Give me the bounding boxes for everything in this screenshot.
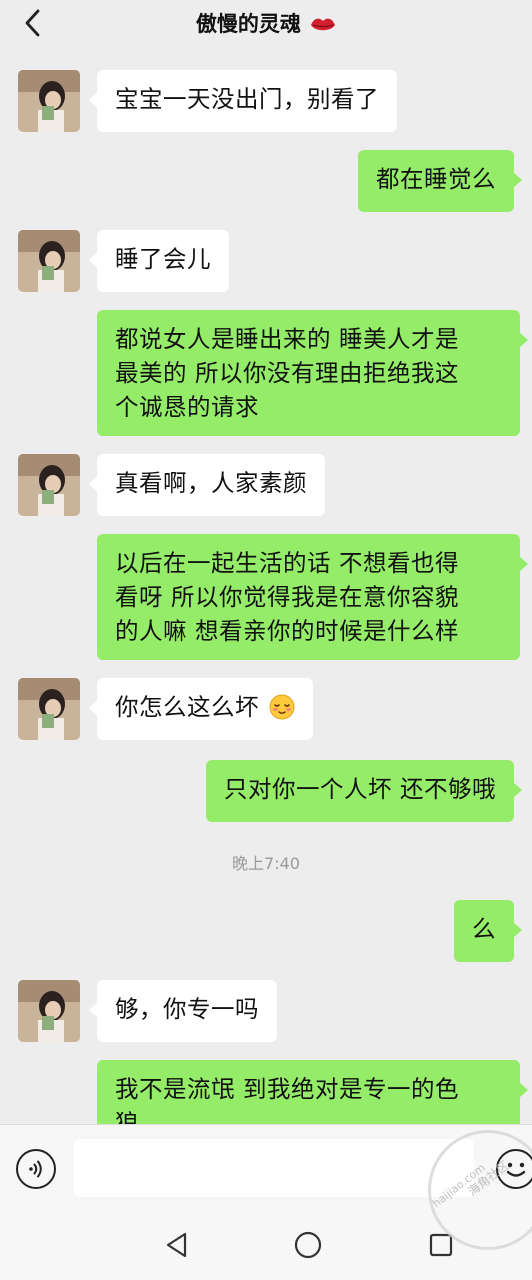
chat-message-list[interactable]: 宝宝一天没出门，别看了 都在睡觉么 睡了会儿 都说女人是睡出来的 睡美人才是 最…: [0, 46, 532, 1124]
nav-back-button[interactable]: [160, 1228, 194, 1262]
incoming-message-bubble[interactable]: 你怎么这么坏: [89, 678, 313, 740]
avatar-photo-icon: [18, 980, 80, 1042]
message-text-line: 都说女人是睡出来的 睡美人才是: [115, 325, 459, 353]
outgoing-message-bubble[interactable]: 我不是流氓 到我绝对是专一的色 狼: [97, 1060, 528, 1124]
message-text-line: 我不是流氓 到我绝对是专一的色: [115, 1075, 459, 1103]
blushing-face-emoji-icon: [269, 694, 295, 720]
incoming-message-bubble[interactable]: 睡了会儿: [89, 230, 229, 292]
outgoing-message-bubble[interactable]: 以后在一起生活的话 不想看也得 看呀 所以你觉得我是在意你容貌 的人嘛 想看亲你…: [97, 534, 528, 660]
incoming-message-bubble[interactable]: 真看啊，人家素颜: [89, 454, 325, 516]
message-text-line: 以后在一起生活的话 不想看也得: [115, 549, 459, 577]
nav-recent-apps-button[interactable]: [424, 1228, 458, 1262]
triangle-back-icon: [166, 1232, 187, 1258]
message-text: 只对你一个人坏 还不够哦: [224, 775, 496, 803]
message-text-line: 的人嘛 想看亲你的时候是什么样: [115, 617, 459, 645]
message-text: 宝宝一天没出门，别看了: [115, 85, 379, 113]
avatar-photo-icon: [18, 678, 80, 740]
message-text-input[interactable]: [74, 1139, 474, 1197]
message-text: 你怎么这么坏: [115, 693, 259, 721]
avatar[interactable]: [18, 70, 80, 132]
outgoing-message-bubble[interactable]: 都说女人是睡出来的 睡美人才是 最美的 所以你没有理由拒绝我这 个诚恳的请求: [97, 310, 528, 436]
message-text-line: 个诚恳的请求: [115, 393, 259, 421]
outgoing-message-bubble[interactable]: 都在睡觉么: [358, 150, 522, 212]
circle-home-icon: [294, 1231, 322, 1259]
system-navigation-bar: [0, 1210, 532, 1280]
square-recent-icon: [429, 1233, 453, 1257]
incoming-message-bubble[interactable]: 够，你专一吗: [89, 980, 277, 1042]
avatar[interactable]: [18, 230, 80, 292]
nav-home-button[interactable]: [291, 1228, 325, 1262]
incoming-message-bubble[interactable]: 宝宝一天没出门，别看了: [89, 70, 397, 132]
message-text-line: 狼: [115, 1109, 139, 1124]
chat-header: 傲慢的灵魂: [0, 0, 532, 46]
voice-icon: [29, 1160, 42, 1178]
avatar[interactable]: [18, 980, 80, 1042]
kiss-lips-emoji-icon: [311, 18, 336, 31]
avatar-photo-icon: [18, 230, 80, 292]
avatar-photo-icon: [18, 454, 80, 516]
message-text-line: 最美的 所以你没有理由拒绝我这: [115, 359, 459, 387]
voice-input-button[interactable]: [16, 1149, 56, 1189]
avatar[interactable]: [18, 454, 80, 516]
message-text: 睡了会儿: [115, 245, 211, 273]
message-text: 么: [472, 915, 496, 943]
outgoing-message-bubble[interactable]: 只对你一个人坏 还不够哦: [206, 760, 522, 822]
outgoing-message-bubble[interactable]: 么: [454, 900, 522, 962]
message-text-line: 看呀 所以你觉得我是在意你容貌: [115, 583, 459, 611]
chat-title: 傲慢的灵魂: [195, 12, 301, 36]
avatar[interactable]: [18, 678, 80, 740]
avatar-photo-icon: [18, 70, 80, 132]
message-text: 够，你专一吗: [115, 995, 259, 1023]
chat-timestamp: 晚上7:40: [232, 854, 300, 873]
chat-title-wrap: 傲慢的灵魂: [0, 8, 532, 38]
message-text: 都在睡觉么: [376, 165, 496, 193]
message-text: 真看啊，人家素颜: [115, 469, 307, 497]
